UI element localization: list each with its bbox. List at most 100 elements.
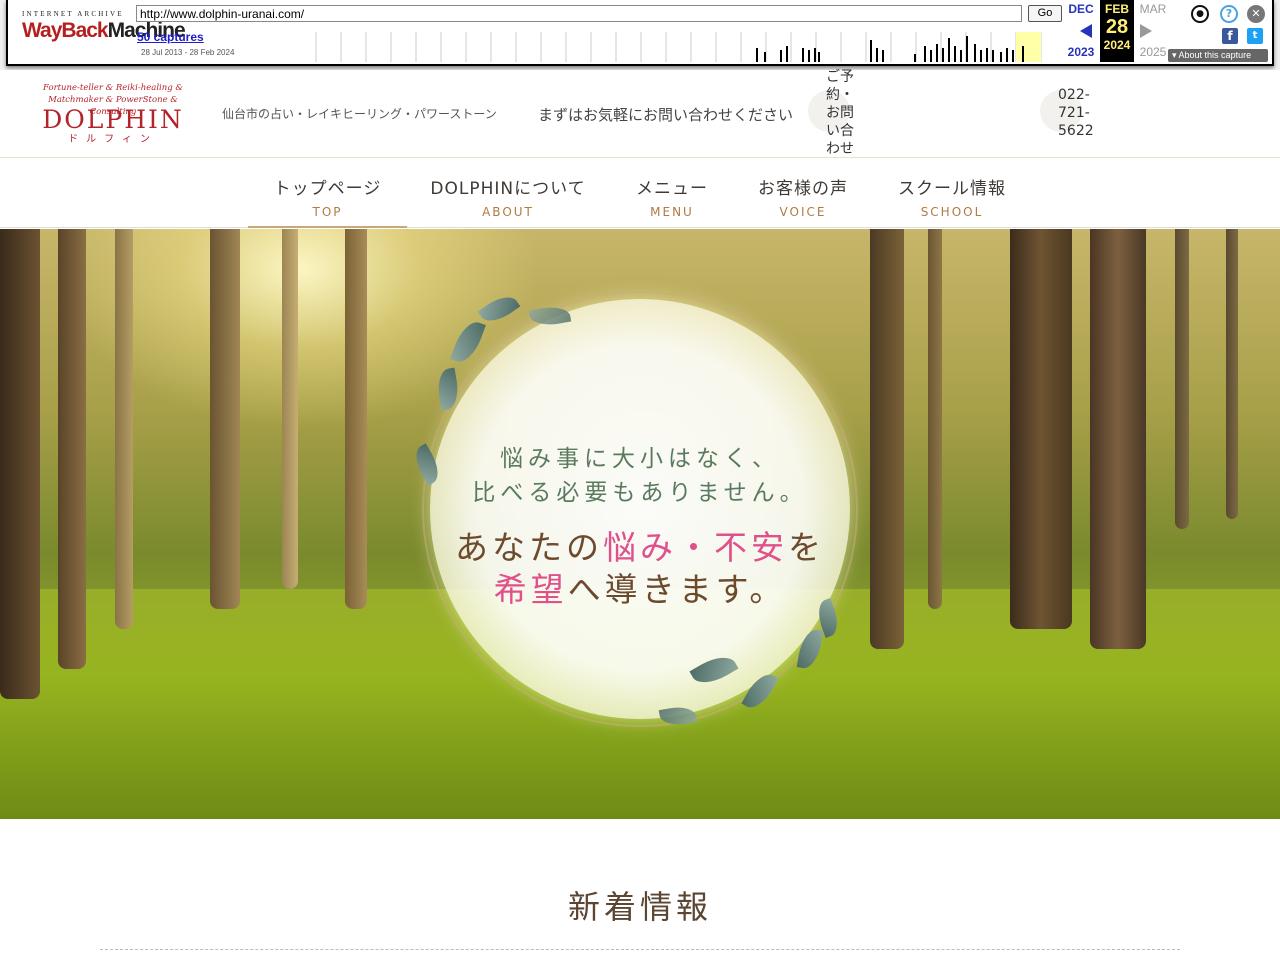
- wayback-sparkline[interactable]: [310, 32, 1062, 62]
- nav-item-menu[interactable]: メニュー MENU: [622, 158, 722, 228]
- capture-bar: [914, 54, 916, 62]
- logo-kana: ドルフィン: [68, 134, 158, 145]
- hero-heading-highlight: 希望: [493, 570, 568, 609]
- wayback-about-capture-label: About this capture: [1178, 50, 1252, 60]
- wayback-captures-link[interactable]: 50 captures: [137, 30, 204, 44]
- capture-bar: [966, 36, 968, 62]
- hero-heading-line2: 希望へ導きます。: [430, 563, 850, 611]
- hero-subheading-line1: 悩み事に大小はなく、: [500, 446, 780, 472]
- capture-bar: [1012, 50, 1014, 62]
- nav-item-label: DOLPHINについて: [430, 179, 586, 199]
- nav-item-about[interactable]: DOLPHINについて ABOUT: [418, 158, 598, 228]
- capture-bar: [974, 44, 976, 62]
- capture-bar: [954, 46, 956, 62]
- capture-bar: [808, 50, 810, 62]
- wayback-url-input[interactable]: [136, 5, 1022, 22]
- capture-bar: [986, 48, 988, 62]
- current-year-highlight: [1016, 32, 1041, 62]
- capture-bar: [948, 38, 950, 62]
- wayback-toolbar: INTERNET ARCHIVE WayBackMachine Go 50 ca…: [0, 0, 1280, 70]
- nav-item-top[interactable]: トップページ TOP: [248, 158, 407, 228]
- wayback-next-month: MAR: [1128, 2, 1178, 16]
- facebook-icon[interactable]: f: [1222, 28, 1238, 44]
- tree-trunk: [58, 229, 86, 669]
- wayback-next-arrow-icon: [1140, 24, 1152, 38]
- news-section-title: 新着情報: [567, 888, 712, 926]
- wayback-prev-arrow-icon[interactable]: [1080, 24, 1092, 38]
- tree-trunk: [345, 229, 367, 609]
- tree-trunk: [870, 229, 904, 649]
- nav-item-label: お客様の声: [758, 179, 848, 199]
- hero-heading-text: を: [788, 528, 825, 567]
- help-icon[interactable]: ?: [1220, 5, 1238, 23]
- user-account-icon[interactable]: ●: [1191, 5, 1209, 23]
- tree-trunk: [282, 229, 298, 589]
- contact-message: まずはお気軽にお問い合わせください: [538, 106, 794, 124]
- hero-heading-line1: あなたの悩み・不安を: [430, 521, 850, 569]
- capture-bar: [756, 48, 758, 62]
- nav-item-sublabel: VOICE: [779, 205, 827, 219]
- wayback-prev-month[interactable]: DEC: [1056, 2, 1106, 16]
- capture-bar: [924, 46, 926, 62]
- nav-item-label: トップページ: [273, 179, 382, 199]
- nav-item-label: スクール情報: [898, 179, 1006, 199]
- tree-trunk: [0, 229, 40, 699]
- nav-item-label: メニュー: [636, 179, 708, 199]
- capture-bar: [980, 50, 982, 62]
- wayback-logo-way: WayBack: [22, 19, 109, 42]
- tree-trunk: [1175, 229, 1189, 529]
- twitter-icon[interactable]: t: [1247, 28, 1263, 44]
- phone-number[interactable]: 022-721-5622: [1058, 86, 1098, 140]
- main-nav: トップページ TOP DOLPHINについて ABOUT メニュー MENU お…: [0, 158, 1280, 228]
- contact-button[interactable]: ご予約・お問い合わせ: [826, 68, 860, 158]
- capture-bar: [818, 52, 820, 62]
- nav-item-sublabel: SCHOOL: [920, 205, 984, 219]
- site-header: Fortune-teller & Reiki-healing & Matchma…: [0, 68, 1280, 158]
- capture-bar: [802, 48, 804, 62]
- hero-heading-highlight: 悩み・不安: [603, 528, 788, 567]
- site-tagline: 仙台市の占い・レイキヒーリング・パワーストーン: [222, 107, 497, 121]
- hero-circle: [430, 299, 850, 719]
- capture-bar: [764, 52, 766, 62]
- capture-bar: [936, 44, 938, 62]
- wayback-logo-caption: INTERNET ARCHIVE: [22, 10, 124, 18]
- nav-item-sublabel: TOP: [312, 205, 343, 219]
- capture-bar: [876, 48, 878, 62]
- tree-trunk: [1226, 229, 1238, 519]
- tree-trunk: [928, 229, 942, 609]
- capture-bar: [930, 50, 932, 62]
- capture-bar: [992, 50, 994, 62]
- wayback-next-month-label: MAR: [1139, 2, 1167, 16]
- capture-bar: [814, 48, 816, 62]
- tree-trunk: [210, 229, 240, 609]
- nav-item-sublabel: ABOUT: [482, 205, 534, 219]
- capture-bar: [960, 50, 962, 62]
- wayback-toolbar-panel: INTERNET ARCHIVE WayBackMachine Go 50 ca…: [6, 0, 1274, 66]
- wayback-prev-month-label: DEC: [1068, 2, 1094, 16]
- section-divider: [100, 949, 1180, 950]
- wayback-prev-year[interactable]: 2023: [1056, 45, 1106, 59]
- capture-bar: [870, 40, 872, 62]
- nav-item-voice[interactable]: お客様の声 VOICE: [746, 158, 860, 228]
- capture-bar: [786, 46, 788, 62]
- tree-trunk: [115, 229, 133, 629]
- hero-heading-text: へ導きます。: [567, 570, 787, 609]
- hero-subheading-line2: 比べる必要もありません。: [472, 480, 808, 506]
- capture-bar: [882, 50, 884, 62]
- leaf-decoration: [477, 289, 521, 329]
- hero-banner: 悩み事に大小はなく、 比べる必要もありません。 あなたの悩み・不安を 希望へ導き…: [0, 229, 1280, 819]
- capture-bar: [1022, 46, 1024, 62]
- wayback-prev-year-label: 2023: [1067, 45, 1095, 59]
- wayback-about-capture-button[interactable]: ▾ About this capture: [1168, 49, 1268, 62]
- wayback-current-day: 28: [1105, 16, 1129, 38]
- nav-item-school[interactable]: スクール情報 SCHOOL: [884, 158, 1020, 228]
- hero-heading-text: あなたの: [455, 528, 603, 567]
- capture-bar: [942, 48, 944, 62]
- capture-bar: [1000, 52, 1002, 62]
- close-icon[interactable]: ✕: [1247, 5, 1265, 23]
- capture-bar: [1006, 48, 1008, 62]
- wayback-capture-range: 28 Jul 2013 - 28 Feb 2024: [141, 48, 235, 57]
- capture-bar: [780, 50, 782, 62]
- tree-trunk: [1010, 229, 1072, 629]
- tree-trunk: [1090, 229, 1146, 649]
